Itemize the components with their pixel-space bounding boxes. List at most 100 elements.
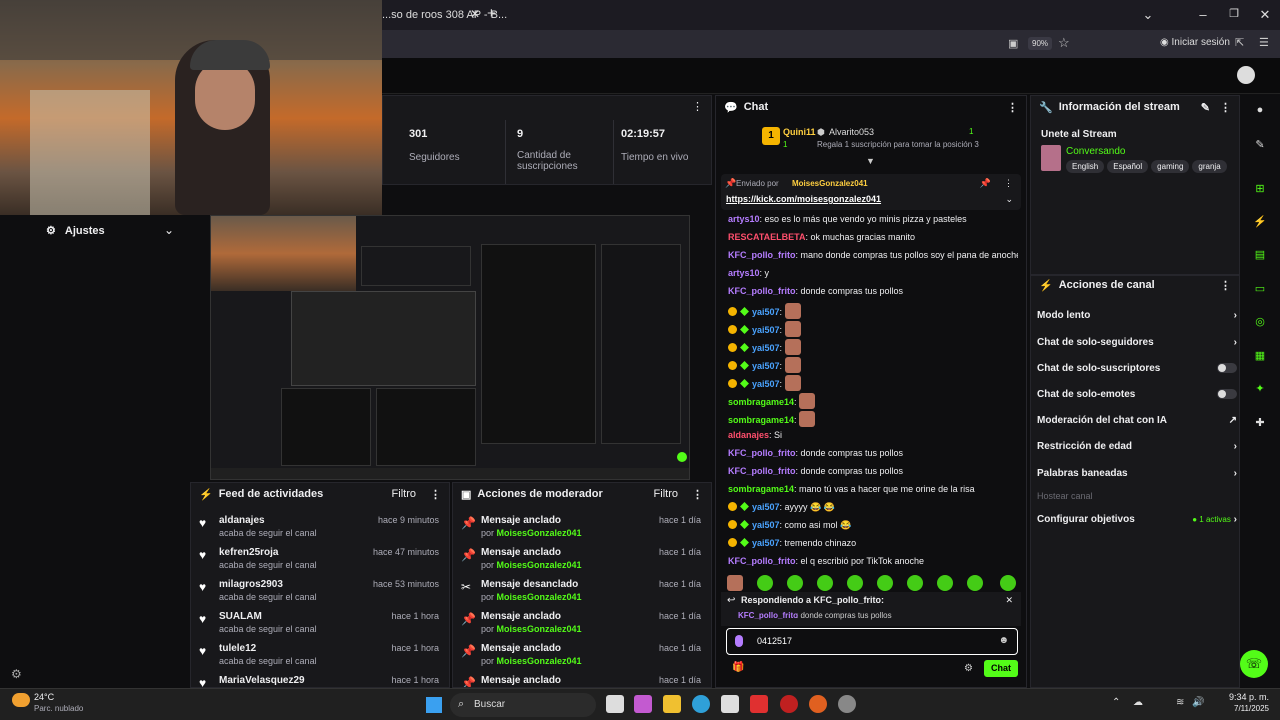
taskbar-search[interactable]: ⌕ Buscar (450, 693, 596, 717)
action-ai-moderation[interactable]: Moderación del chat con IA ↗ (1037, 412, 1237, 428)
chat-username[interactable]: yai507 (752, 502, 780, 512)
task-view-icon[interactable] (606, 695, 624, 713)
activity-filter-button[interactable]: Filtro (392, 488, 416, 500)
tag[interactable]: Español (1107, 160, 1149, 173)
chat-message[interactable]: KFC_pollo_frito: el q escribió por TikTo… (728, 555, 1018, 568)
chat-message[interactable]: sombragame14: (728, 411, 1018, 427)
cloud-icon[interactable]: ☁ (1133, 697, 1143, 708)
unpin-button[interactable]: 📌 (980, 178, 991, 189)
avatar[interactable] (1237, 66, 1255, 84)
action-banned-words[interactable]: Palabras baneadas › (1037, 465, 1237, 481)
chat-username[interactable]: yai507 (752, 343, 780, 353)
chat-username[interactable]: KFC_pollo_frito (728, 286, 796, 296)
tag[interactable]: English (1066, 160, 1105, 173)
chevron-down-icon[interactable]: ⌄ (164, 223, 174, 237)
chat-username[interactable]: artys10 (728, 268, 760, 278)
channel-actions-menu-icon[interactable]: ⋮ (1220, 279, 1231, 292)
tray-chevron-icon[interactable]: ⌃ (1112, 697, 1120, 708)
chat-username[interactable]: KFC_pollo_frito (728, 448, 796, 458)
emote-icon[interactable] (937, 575, 953, 591)
list-item[interactable]: ♥ SUALAM acaba de seguir el canal hace 1 ho… (191, 609, 449, 641)
list-item[interactable]: ♥ kefren25roja acaba de seguir el canal hac… (191, 545, 449, 577)
list-item[interactable]: 📌 Mensaje anclado por MoisesGonzalez041 hac… (453, 641, 711, 673)
pencil-icon[interactable]: ✎ (1250, 134, 1270, 154)
info-icon[interactable]: ● (1250, 100, 1270, 120)
list-item[interactable]: 📌 Mensaje anclado hace 1 día (453, 673, 711, 687)
chat-username[interactable]: artys10 (728, 214, 760, 224)
chat-username[interactable]: sombragame14 (728, 484, 794, 494)
action-age-restriction[interactable]: Restricción de edad › (1037, 438, 1237, 454)
chat-username[interactable]: KFC_pollo_frito (728, 556, 796, 566)
chat-message[interactable]: KFC_pollo_frito: donde compras tus pollo… (728, 447, 1018, 460)
tool-icon[interactable]: ✦ (1250, 378, 1270, 398)
chat-message[interactable]: KFC_pollo_frito: mano donde compras tus … (728, 249, 1018, 262)
chat-username[interactable]: KFC_pollo_frito (728, 250, 796, 260)
chat-settings-icon[interactable]: ⚙ (964, 663, 973, 674)
edit-icon[interactable]: ✎ (1201, 101, 1210, 114)
list-item[interactable]: ♥ MariaVelasquez29 hace 1 hora (191, 673, 449, 687)
chat-message[interactable]: yai507: (728, 357, 1018, 373)
leader2-name[interactable]: Alvarito053 (829, 127, 874, 137)
volume-icon[interactable]: 🔊 (1192, 697, 1204, 708)
emote-icon[interactable] (817, 575, 833, 591)
document-icon[interactable]: ▤ (1250, 244, 1270, 264)
emote-icon[interactable] (727, 575, 743, 591)
chat-username[interactable]: yai507 (752, 361, 780, 371)
list-item[interactable]: ♥ tulele12 acaba de seguir el canal hace 1 … (191, 641, 449, 673)
new-tab-icon[interactable]: + (487, 5, 496, 22)
emote-icon[interactable] (967, 575, 983, 591)
screenshot-icon[interactable]: ▣ (1008, 37, 1018, 50)
emote-icon[interactable] (757, 575, 773, 591)
activity-menu-icon[interactable]: ⋮ (430, 488, 441, 501)
chat-username[interactable]: yai507 (752, 538, 780, 548)
action-subscribers-only[interactable]: Chat de solo-suscriptores (1037, 360, 1237, 376)
pinned-menu-icon[interactable]: ⋮ (1004, 178, 1013, 189)
action-emotes-only[interactable]: Chat de solo-emotes (1037, 386, 1237, 402)
wifi-icon[interactable]: ≋ (1176, 697, 1184, 708)
mod-filter-button[interactable]: Filtro (654, 488, 678, 500)
emote-icon[interactable] (907, 575, 923, 591)
action-goals[interactable]: Configurar objetivos ● 1 activas › (1037, 511, 1237, 527)
settings-gear-icon[interactable]: ⚙ (11, 667, 22, 681)
chat-message[interactable]: RESCATAELBETA: ok muchas gracias manito (728, 231, 1018, 244)
emote-icon[interactable] (847, 575, 863, 591)
broadcast-icon[interactable]: ◎ (1250, 311, 1270, 331)
extensions-icon[interactable]: ⇱ (1235, 36, 1244, 49)
chat-message[interactable]: yai507: (728, 375, 1018, 391)
chat-message[interactable]: artys10: y (728, 267, 1018, 280)
chat-message[interactable]: yai507: (728, 303, 1018, 319)
tag[interactable]: gaming (1151, 160, 1190, 173)
store-icon[interactable] (721, 695, 739, 713)
edge-icon[interactable] (692, 695, 710, 713)
reply-close-icon[interactable]: ✕ (1005, 595, 1013, 606)
clock-date[interactable]: 7/11/2025 (1213, 704, 1269, 713)
chat-username[interactable]: aldanajes (728, 430, 769, 440)
mod-menu-icon[interactable]: ⋮ (692, 488, 703, 501)
chat-username[interactable]: yai507 (752, 307, 780, 317)
list-item[interactable]: ✂ Mensaje desanclado por MoisesGonzalez041… (453, 577, 711, 609)
chat-username[interactable]: yai507 (752, 379, 780, 389)
maximize-icon[interactable]: ❐ (1219, 7, 1249, 20)
list-item[interactable]: 📌 Mensaje anclado por MoisesGonzalez041 hac… (453, 545, 711, 577)
app-icon[interactable] (780, 695, 798, 713)
chat-username[interactable]: RESCATAELBETA (728, 232, 806, 242)
layers-icon[interactable]: ▦ (1250, 345, 1270, 365)
chat-message[interactable]: KFC_pollo_frito: donde compras tus pollo… (728, 465, 1018, 478)
pinned-expand-icon[interactable]: ⌄ (1005, 194, 1013, 205)
emote-icon[interactable] (877, 575, 893, 591)
minimize-icon[interactable]: – (1188, 7, 1218, 22)
chat-message[interactable]: yai507: (728, 339, 1018, 355)
chat-menu-icon[interactable]: ⋮ (1007, 101, 1018, 114)
stats-menu-icon[interactable]: ⋮ (692, 100, 703, 113)
chat-send-button[interactable]: Chat (984, 660, 1018, 677)
file-explorer-icon[interactable] (663, 695, 681, 713)
chat-username[interactable]: yai507 (752, 325, 780, 335)
leader1-name[interactable]: Quini11 (783, 127, 816, 137)
bolt-icon[interactable]: ⚡ (1250, 211, 1270, 231)
collapse-leaderboard-icon[interactable]: ▼ (866, 156, 875, 166)
list-item[interactable]: ♥ milagros2903 acaba de seguir el canal hac… (191, 577, 449, 609)
emote-icon[interactable] (1000, 575, 1016, 591)
chat-message[interactable]: yai507: tremendo chinazo (728, 537, 1018, 550)
clock-time[interactable]: 9:34 p. m. (1213, 692, 1269, 702)
chat-username[interactable]: yai507 (752, 520, 780, 530)
